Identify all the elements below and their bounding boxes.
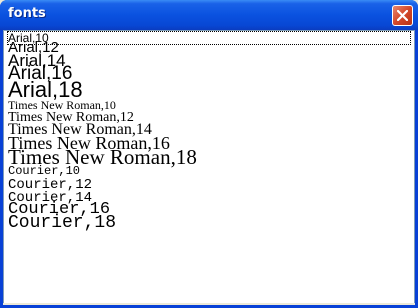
client-area: Arial,10 Arial,12 Arial,14 Arial,16 Aria… [3, 30, 415, 305]
title-bar[interactable]: fonts [0, 0, 418, 30]
list-item-courier-18[interactable]: Courier,18 [8, 214, 116, 232]
window-title: fonts [8, 6, 46, 21]
list-item-arial-10[interactable]: Arial,10 [7, 31, 411, 45]
app-window: fonts Arial,10 Arial,12 Arial,14 Arial,1… [0, 0, 418, 308]
list-item-courier-10[interactable]: Courier,10 [8, 165, 80, 177]
window-bottom-edge [3, 303, 415, 305]
close-button[interactable] [392, 5, 413, 26]
font-listbox[interactable]: Arial,10 Arial,12 Arial,14 Arial,16 Aria… [3, 30, 415, 305]
